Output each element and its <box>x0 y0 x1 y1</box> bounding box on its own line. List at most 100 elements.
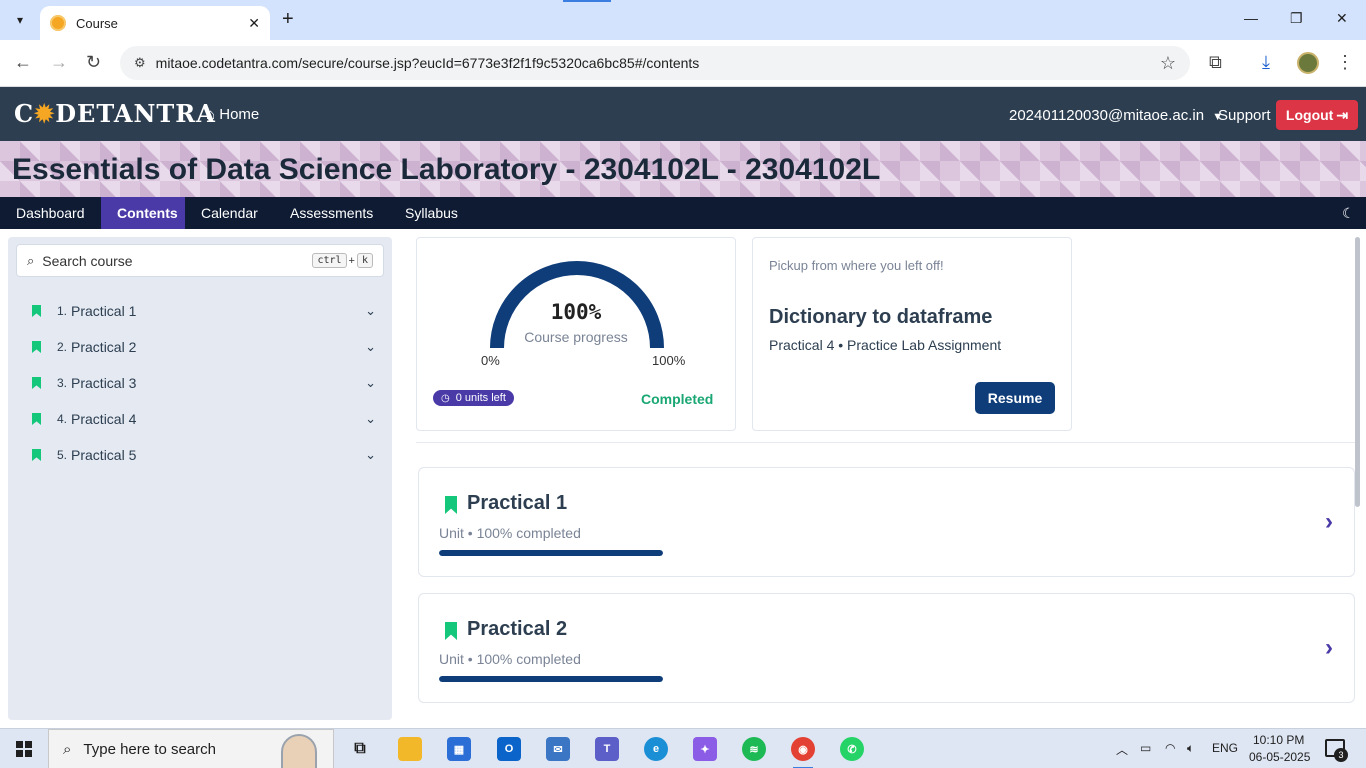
unit-progress-bar <box>439 550 663 556</box>
resume-card: Pickup from where you left off! Dictiona… <box>752 237 1072 431</box>
chevron-right-icon[interactable]: › <box>1325 508 1333 536</box>
sidebar-item-practical-5[interactable]: 5. Practical 5 ⌄ <box>32 443 376 467</box>
restore-icon[interactable]: ❐ <box>1290 10 1303 27</box>
logo-suffix: DETANTRA <box>55 99 216 128</box>
chevron-right-icon[interactable]: › <box>1325 634 1333 662</box>
taskbar-search-input[interactable]: ⌕ Type here to search <box>48 729 334 768</box>
profile-avatar[interactable] <box>1297 52 1319 74</box>
teams-icon[interactable]: T <box>595 737 619 761</box>
shortcut-key: k <box>356 253 373 268</box>
tab-contents[interactable]: Contents <box>101 197 185 229</box>
sidebar-item-label: Practical 4 <box>71 411 137 427</box>
download-icon[interactable]: ⤓ <box>1262 52 1270 73</box>
units-left-text: 0 units left <box>455 392 506 404</box>
url-text[interactable]: mitaoe.codetantra.com/secure/course.jsp?… <box>156 55 1160 71</box>
edge-icon[interactable]: e <box>644 737 668 761</box>
bookmark-icon <box>32 413 41 425</box>
chevron-down-icon[interactable]: ⌄ <box>365 447 376 463</box>
taskbar-date[interactable]: 06-05-2025 <box>1249 750 1310 764</box>
browser-tab[interactable]: Course ✕ <box>40 6 270 40</box>
store-icon[interactable]: ▦ <box>447 737 471 761</box>
window-close-icon[interactable]: ✕ <box>1336 10 1348 27</box>
unit-progress-fill <box>439 676 663 682</box>
unit-progress-bar <box>439 676 663 682</box>
unit-card-practical-1[interactable]: Practical 1 Unit • 100% completed › <box>418 467 1355 577</box>
status-badge: Completed <box>641 391 714 407</box>
gauge-max-label: 100% <box>652 353 686 368</box>
task-view-icon[interactable]: ⧉ <box>348 737 372 761</box>
dark-mode-icon[interactable]: ☾ <box>1342 205 1355 222</box>
sidebar-item-number: 3. <box>57 376 68 390</box>
bookmark-icon <box>445 496 457 514</box>
taskbar-time[interactable]: 10:10 PM <box>1253 733 1304 747</box>
sidebar-item-label: Practical 3 <box>71 375 137 391</box>
outlook-icon[interactable]: O <box>497 737 521 761</box>
reload-icon[interactable]: ↻ <box>86 52 101 73</box>
sidebar-item-practical-1[interactable]: 1. Practical 1 ⌄ <box>32 299 376 323</box>
sidebar-item-practical-2[interactable]: 2. Practical 2 ⌄ <box>32 335 376 359</box>
bookmark-star-icon[interactable]: ☆ <box>1160 53 1176 74</box>
battery-icon[interactable]: ▭ <box>1140 741 1151 755</box>
wifi-icon[interactable]: ◠ <box>1165 741 1175 755</box>
tab-title: Course <box>76 15 118 31</box>
sidebar-item-practical-4[interactable]: 4. Practical 4 ⌄ <box>32 407 376 431</box>
chevron-down-icon[interactable]: ⌄ <box>365 339 376 355</box>
language-indicator[interactable]: ENG <box>1212 741 1238 755</box>
chrome-icon[interactable]: ◉ <box>791 737 815 768</box>
favicon-icon <box>50 15 66 31</box>
tab-assessments[interactable]: Assessments <box>274 197 389 229</box>
chevron-down-icon[interactable]: ⌄ <box>365 375 376 391</box>
resume-button[interactable]: Resume <box>975 382 1055 414</box>
home-label: Home <box>219 106 260 123</box>
shortcut-plus: + <box>348 254 355 267</box>
back-icon[interactable]: ← <box>14 52 32 73</box>
support-link[interactable]: Support <box>1218 107 1271 124</box>
course-subnav: Dashboard Contents Calendar Assessments … <box>0 197 1366 229</box>
logout-button[interactable]: Logout ⇥ <box>1276 100 1358 130</box>
copilot-icon[interactable]: ✦ <box>693 737 717 761</box>
close-icon[interactable]: ✕ <box>248 15 260 32</box>
minimize-icon[interactable]: — <box>1244 10 1258 26</box>
windows-start-icon[interactable] <box>16 741 32 757</box>
course-title: Essentials of Data Science Laboratory - … <box>12 153 881 186</box>
sign-out-icon: ⇥ <box>1336 106 1349 123</box>
sidebar-item-label: Practical 5 <box>71 447 137 463</box>
search-course-input[interactable]: ⌕ Search course ctrl + k <box>16 244 384 277</box>
tab-search-button[interactable]: ▾ <box>8 8 32 32</box>
sun-icon: ✹ <box>34 99 56 128</box>
new-tab-icon[interactable]: + <box>282 8 294 31</box>
site-info-icon[interactable]: ⚙ <box>134 55 146 71</box>
unit-card-practical-2[interactable]: Practical 2 Unit • 100% completed › <box>418 593 1355 703</box>
more-menu-icon[interactable]: ⋮ <box>1336 52 1354 73</box>
sidebar-item-number: 2. <box>57 340 68 354</box>
resume-title: Dictionary to dataframe <box>769 306 993 328</box>
codetantra-logo[interactable]: C✹DETANTRA <box>14 99 216 128</box>
file-explorer-icon[interactable] <box>398 737 422 761</box>
mail-icon[interactable]: ✉ <box>546 737 570 761</box>
shortcut-ctrl: ctrl <box>312 253 347 268</box>
tab-syllabus[interactable]: Syllabus <box>389 197 474 229</box>
sidebar-item-number: 4. <box>57 412 68 426</box>
windows-taskbar: ⌕ Type here to search ⧉ ▦ O ✉ T e ✦ ≋ ◉ … <box>0 728 1366 768</box>
address-bar[interactable]: ⚙ mitaoe.codetantra.com/secure/course.js… <box>120 46 1190 80</box>
user-menu[interactable]: 202401120030@mitaoe.ac.in ▼ <box>1009 107 1223 124</box>
chevron-down-icon[interactable]: ⌄ <box>365 303 376 319</box>
extensions-icon[interactable]: ⧉ <box>1209 52 1222 73</box>
home-link[interactable]: ⌂ Home <box>206 106 259 123</box>
chevron-up-icon[interactable]: ︿ <box>1116 741 1128 758</box>
sidebar-item-label: Practical 2 <box>71 339 137 355</box>
chevron-down-icon[interactable]: ⌄ <box>365 411 376 427</box>
sidebar-item-practical-3[interactable]: 3. Practical 3 ⌄ <box>32 371 376 395</box>
page-scrollbar[interactable] <box>1355 237 1360 507</box>
tab-calendar[interactable]: Calendar <box>185 197 274 229</box>
forward-icon[interactable]: → <box>50 52 68 73</box>
spotify-icon[interactable]: ≋ <box>742 737 766 761</box>
whatsapp-icon[interactable]: ✆ <box>840 737 864 761</box>
sidebar-item-label: Practical 1 <box>71 303 137 319</box>
course-progress-card: 100% Course progress 0% 100% ◷ 0 units l… <box>416 237 736 431</box>
search-icon: ⌕ <box>63 740 72 758</box>
tab-dashboard[interactable]: Dashboard <box>0 197 101 229</box>
search-icon: ⌕ <box>27 252 35 268</box>
volume-icon[interactable]: 🔈︎ <box>1187 741 1194 756</box>
site-header: C✹DETANTRA ⌂ Home 202401120030@mitaoe.ac… <box>0 87 1366 141</box>
